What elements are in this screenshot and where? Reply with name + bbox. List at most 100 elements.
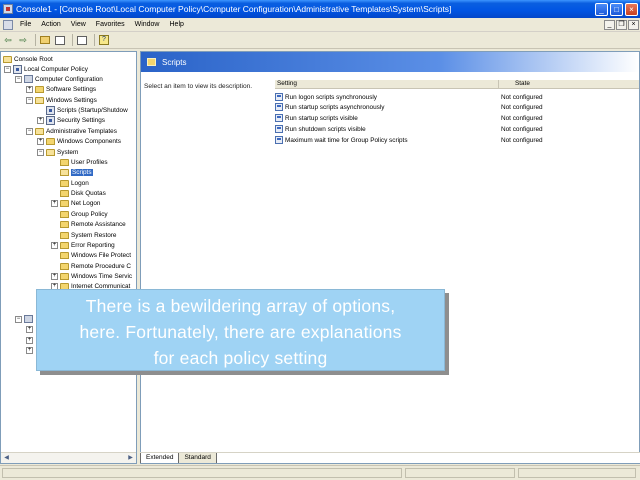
collapse-toggle[interactable]: −: [15, 75, 22, 83]
close-button[interactable]: ×: [625, 2, 638, 16]
list-item[interactable]: Maximum wait time for Group Policy scrip…: [275, 135, 639, 145]
toolbar-separator: [94, 34, 95, 46]
menu-file[interactable]: File: [15, 21, 36, 28]
tree-node-label: Administrative Templates: [46, 127, 117, 135]
description-hint: Select an item to view its description.: [144, 83, 253, 90]
tree-node-net-logon[interactable]: + Net Logon: [51, 198, 101, 208]
menu-help[interactable]: Help: [165, 21, 189, 28]
collapse-toggle[interactable]: −: [4, 65, 11, 73]
tree-node-collapsed[interactable]: +: [26, 345, 35, 355]
expand-toggle[interactable]: +: [26, 346, 33, 354]
folder-icon: [35, 127, 44, 135]
tree-node-windows-components[interactable]: + Windows Components: [37, 136, 121, 146]
menu-window[interactable]: Window: [130, 21, 165, 28]
status-cell: [405, 468, 515, 478]
menu-view[interactable]: View: [66, 21, 91, 28]
mmc-app-icon[interactable]: [3, 4, 13, 14]
tree-node-label: Windows Time Servic: [71, 272, 133, 280]
export-list-icon: [77, 35, 87, 45]
tree-node-system-restore[interactable]: System Restore: [51, 230, 116, 240]
list-item[interactable]: Run startup scripts visible Not configur…: [275, 113, 639, 123]
tree-node-label: Console Root: [14, 55, 53, 63]
tab-extended[interactable]: Extended: [140, 453, 180, 463]
tab-standard[interactable]: Standard: [179, 453, 217, 463]
window-title: Console1 - [Console Root\Local Computer …: [16, 4, 452, 14]
tree-node-windows-file-protection[interactable]: Windows File Protect: [51, 250, 131, 260]
tree-node-label: Windows Components: [57, 137, 121, 145]
collapse-toggle[interactable]: −: [37, 148, 44, 156]
mdi-restore-button[interactable]: ❐: [616, 19, 627, 30]
tree-node-windows-time-service[interactable]: + Windows Time Servic: [51, 271, 132, 281]
expand-toggle[interactable]: +: [26, 325, 33, 333]
collapse-toggle[interactable]: −: [26, 96, 33, 104]
expand-toggle[interactable]: +: [37, 116, 44, 124]
tree-node-group-policy[interactable]: Group Policy: [51, 209, 108, 219]
show-hide-tree-button[interactable]: [54, 34, 66, 46]
tree-node-disk-quotas[interactable]: Disk Quotas: [51, 188, 106, 198]
menu-action[interactable]: Action: [36, 21, 65, 28]
help-button[interactable]: ?: [98, 34, 110, 46]
mdi-minimize-button[interactable]: _: [604, 19, 615, 30]
forward-button[interactable]: ⇨: [17, 34, 29, 46]
tree-node-logon[interactable]: Logon: [51, 178, 89, 188]
tree-node-system[interactable]: − System: [37, 147, 78, 157]
expand-toggle[interactable]: +: [37, 137, 44, 145]
back-button[interactable]: ⇦: [2, 34, 14, 46]
tree-node-collapsed[interactable]: +: [26, 335, 35, 345]
column-header-state[interactable]: State: [499, 80, 530, 88]
list-item[interactable]: Run logon scripts synchronously Not conf…: [275, 92, 639, 102]
setting-name: Run logon scripts synchronously: [285, 93, 377, 101]
toolbar: ⇦ ⇨ ?: [0, 32, 640, 49]
collapse-toggle[interactable]: −: [15, 315, 22, 323]
tree-node-label: Windows Settings: [46, 96, 97, 104]
tree-node-windows-settings[interactable]: − Windows Settings: [26, 95, 97, 105]
tree-node-security-settings[interactable]: + Security Settings: [37, 115, 105, 125]
column-header-setting[interactable]: Setting: [275, 80, 499, 88]
maximize-button[interactable]: □: [610, 2, 623, 16]
scroll-right-arrow-icon[interactable]: ▶: [126, 454, 135, 462]
tree-node-local-computer-policy[interactable]: − Local Computer Policy: [4, 64, 88, 74]
console-tree[interactable]: Console Root − Local Computer Policy − C…: [0, 51, 137, 464]
collapse-toggle[interactable]: −: [26, 127, 33, 135]
details-pane: Scripts Select an item to view its descr…: [140, 51, 640, 464]
folder-icon: [46, 137, 55, 145]
expand-toggle[interactable]: +: [26, 85, 33, 93]
up-one-level-button[interactable]: [39, 34, 51, 46]
minimize-button[interactable]: _: [595, 2, 608, 16]
export-list-button[interactable]: [76, 34, 88, 46]
tree-node-remote-procedure-call[interactable]: Remote Procedure C: [51, 261, 131, 271]
expand-toggle[interactable]: +: [51, 199, 58, 207]
mdi-close-button[interactable]: ×: [628, 19, 639, 30]
list-column-headers: Setting State: [275, 80, 639, 89]
expand-toggle[interactable]: +: [26, 336, 33, 344]
tree-node-label: Windows File Protect: [71, 251, 132, 259]
document-icon[interactable]: [3, 19, 13, 30]
setting-state: Not configured: [501, 136, 543, 144]
tree-node-user-configuration[interactable]: −: [15, 314, 35, 324]
tree-node-administrative-templates[interactable]: − Administrative Templates: [26, 126, 117, 136]
tree-node-label: Group Policy: [71, 210, 108, 218]
tree-horizontal-scrollbar[interactable]: ◀ ▶: [1, 452, 136, 463]
menu-favorites[interactable]: Favorites: [91, 21, 130, 28]
tree-node-software-settings[interactable]: + Software Settings: [26, 84, 96, 94]
tree-node-scripts-startup-shutdown[interactable]: Scripts (Startup/Shutdow: [37, 105, 128, 115]
tree-node-label: Software Settings: [46, 85, 97, 93]
list-item[interactable]: Run startup scripts asynchronously Not c…: [275, 102, 639, 112]
tree-node-scripts[interactable]: Scripts: [51, 167, 93, 177]
scroll-left-arrow-icon[interactable]: ◀: [2, 454, 11, 462]
user-icon: [24, 315, 33, 323]
list-item[interactable]: Run shutdown scripts visible Not configu…: [275, 124, 639, 134]
folder-icon: [60, 158, 69, 166]
tree-node-error-reporting[interactable]: + Error Reporting: [51, 240, 115, 250]
tree-node-console-root[interactable]: Console Root: [3, 54, 53, 64]
tree-node-user-profiles[interactable]: User Profiles: [51, 157, 108, 167]
expand-toggle[interactable]: +: [51, 272, 58, 280]
tree-node-label: Local Computer Policy: [24, 65, 88, 73]
expand-toggle[interactable]: +: [51, 241, 58, 249]
tree-node-computer-configuration[interactable]: − Computer Configuration: [15, 74, 103, 84]
script-icon: [46, 105, 55, 115]
tree-node-label: Scripts (Startup/Shutdow: [57, 106, 128, 114]
tree-node-remote-assistance[interactable]: Remote Assistance: [51, 219, 126, 229]
caption-line: There is a bewildering array of options,: [85, 296, 396, 316]
tree-node-collapsed[interactable]: +: [26, 324, 35, 334]
